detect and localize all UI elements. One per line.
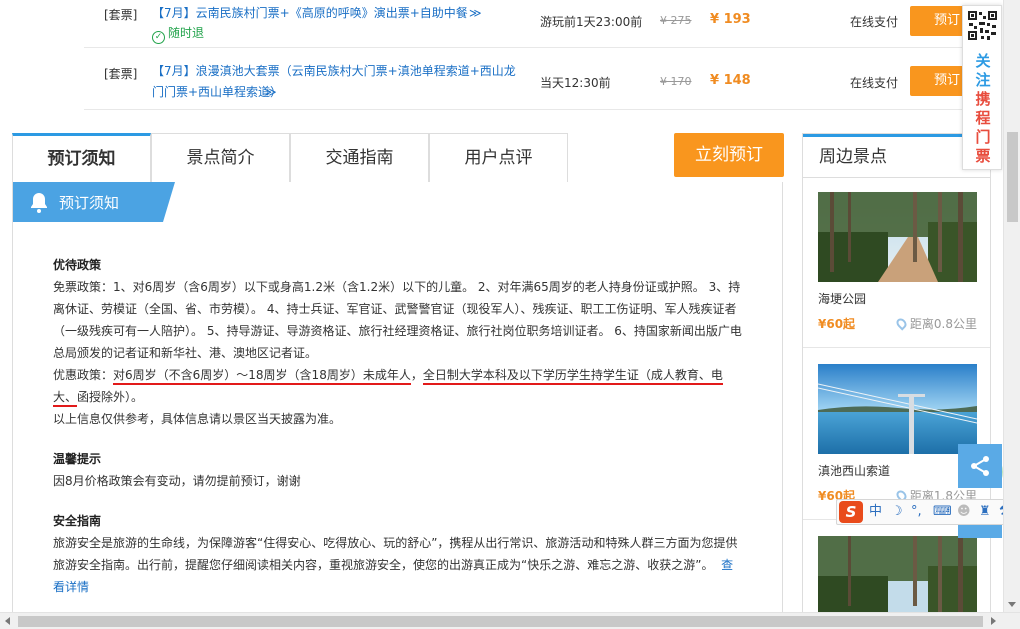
notice-content: 优待政策 免票政策：1、对6周岁（含6周岁）以下或身高1.2米（含1.2米）以下…	[53, 254, 745, 598]
ime-toolbar[interactable]: S 中 ☽ °, ⌨ ☻ ♜ ⚒	[836, 499, 1020, 525]
qr-char: 关	[975, 52, 991, 70]
scroll-right-arrow[interactable]	[991, 617, 996, 625]
divider	[803, 347, 990, 348]
ticket-price: ¥ 193	[710, 12, 751, 27]
discount-minor: 对6周岁（不含6周岁）～18周岁（含18周岁）未成年人	[113, 368, 411, 385]
notice-banner-label: 预订须知	[59, 194, 120, 212]
spot-price: ¥60起	[818, 317, 856, 331]
safety-body: 旅游安全是旅游的生命线，为保障游客“住得安心、吃得放心、玩的舒心”，携程从出行常…	[53, 536, 738, 572]
share-button[interactable]	[958, 444, 1002, 488]
qr-char: 携	[975, 90, 991, 108]
check-icon: ✓	[152, 31, 165, 44]
spot-photo[interactable]	[818, 364, 977, 454]
tab-booking-notice[interactable]: 预订须知	[12, 133, 151, 184]
spot-distance: 距离0.8公里	[894, 315, 977, 332]
qr-follow-label[interactable]: 关 注 携 程 门 票	[963, 52, 1003, 166]
ticket-name-link[interactable]: 【7月】浪漫滇池大套票（云南民族村大门票+滇池单程索道+西山龙门门票+西山单程索…	[152, 61, 522, 103]
refund-label: 随时退	[168, 26, 205, 40]
tab-intro[interactable]: 景点简介	[151, 133, 290, 183]
user-icon[interactable]: ☻	[957, 503, 971, 521]
section-title: 温馨提示	[53, 452, 102, 466]
ticket-old-price: ¥ 275	[660, 14, 692, 27]
ticket-old-price: ¥ 170	[660, 75, 692, 88]
spot-photo[interactable]	[818, 192, 977, 282]
scroll-down-arrow[interactable]	[1008, 602, 1016, 607]
keyboard-icon[interactable]: ⌨	[933, 503, 952, 521]
tab-bar: 预订须知 景点简介 交通指南 用户点评	[12, 133, 783, 184]
punctuation-icon[interactable]: °,	[911, 503, 922, 521]
moon-icon[interactable]: ☽	[891, 503, 903, 521]
ticket-type: [套票]	[104, 8, 138, 22]
spot-name[interactable]: 海埂公园	[818, 290, 977, 307]
section-title: 优待政策	[53, 258, 102, 272]
scrollbar-thumb[interactable]	[1007, 132, 1018, 222]
nearby-sidebar: 周边景点 海埂公园 ¥60起 距离0.8公里 滇池西山索道 ¥60起 距离1.8…	[802, 133, 991, 626]
notice-panel: 预订须知 优待政策 免票政策：1、对6周岁（含6周岁）以下或身高1.2米（含1.…	[12, 182, 783, 622]
sogou-ime-icon[interactable]: S	[839, 501, 863, 523]
scrollbar-thumb[interactable]	[18, 616, 983, 627]
ticket-pay-method: 在线支付	[850, 76, 899, 90]
free-policy-text: 免票政策：1、对6周岁（含6周岁）以下或身高1.2米（含1.2米）以下的儿童。 …	[53, 280, 742, 360]
ticket-date: 游玩前1天23:00前	[540, 15, 643, 29]
ticket-row: [套票] 【7月】浪漫滇池大套票（云南民族村大门票+滇池单程索道+西山龙门门票+…	[84, 48, 999, 110]
share-icon	[971, 456, 989, 476]
location-pin-icon	[894, 316, 909, 331]
qr-char: 注	[975, 71, 991, 89]
skin-shirt-icon[interactable]: ♜	[979, 503, 991, 521]
bell-icon	[31, 193, 47, 213]
tip-text: 因8月价格政策会有变动，请勿提前预订，谢谢	[53, 474, 301, 488]
nearby-spot-card[interactable]: 滇池西山索道 ¥60起 距离1.8公里	[818, 364, 977, 503]
qr-char: 门	[975, 128, 991, 146]
nearby-spot-card[interactable]: 海埂公园 ¥60起 距离0.8公里	[818, 192, 977, 331]
refund-badge: ✓ 随时退	[152, 24, 204, 44]
ticket-type: [套票]	[104, 67, 138, 81]
tab-transport[interactable]: 交通指南	[290, 133, 429, 183]
qr-char: 票	[975, 147, 991, 165]
ticket-date: 当天12:30前	[540, 76, 611, 90]
discount-separator: ，	[410, 368, 423, 382]
ime-chinese-toggle[interactable]: 中	[869, 503, 882, 521]
section-title: 安全指南	[53, 514, 102, 528]
ticket-table: [套票] 【7月】云南民族村门票+《高原的呼唤》演出票+自助中餐 ≫ ✓ 随时退 …	[84, 0, 999, 110]
chevron-down-icon[interactable]: ≫	[469, 3, 482, 24]
spot-name[interactable]: 滇池西山索道	[818, 462, 977, 479]
safety-text: 旅游安全是旅游的生命线，为保障游客“住得安心、吃得放心、玩的舒心”，携程从出行常…	[53, 532, 745, 598]
book-now-button[interactable]: 立刻预订	[674, 133, 784, 177]
horizontal-scrollbar[interactable]	[0, 612, 1020, 629]
discount-tail: 函授除外）。	[77, 390, 144, 404]
qr-char: 程	[975, 109, 991, 127]
ticket-pay-method: 在线支付	[850, 15, 899, 29]
chevron-down-icon[interactable]: ≫	[264, 82, 277, 103]
tab-reviews[interactable]: 用户点评	[429, 133, 568, 183]
disclaimer-text: 以上信息仅供参考，具体信息请以景区当天披露为准。	[53, 412, 342, 426]
qr-code-icon[interactable]	[967, 10, 998, 41]
scroll-left-arrow[interactable]	[5, 617, 10, 625]
discount-label: 优惠政策：	[53, 368, 114, 382]
spot-meta: ¥60起 距离0.8公里	[818, 315, 977, 331]
vertical-scrollbar[interactable]	[1003, 0, 1020, 612]
spot-distance-text: 距离0.8公里	[909, 317, 977, 331]
qr-follow-widget[interactable]: 关 注 携 程 门 票	[962, 5, 1002, 170]
ticket-price: ¥ 148	[710, 73, 751, 88]
ticket-row: [套票] 【7月】云南民族村门票+《高原的呼唤》演出票+自助中餐 ≫ ✓ 随时退 …	[84, 0, 999, 48]
notice-banner: 预订须知	[13, 182, 175, 222]
discount-policy-text: 优惠政策：对6周岁（不含6周岁）～18周岁（含18周岁）未成年人，全日制大学本科…	[53, 364, 745, 408]
